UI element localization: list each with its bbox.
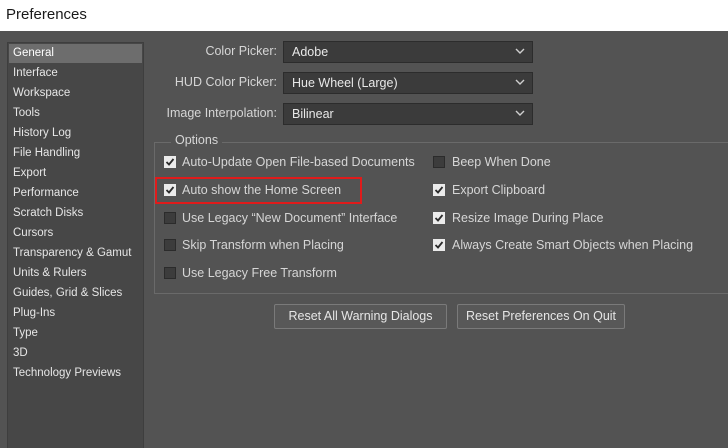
auto-update-label: Auto-Update Open File-based Documents <box>182 155 415 169</box>
sidebar-item-type[interactable]: Type <box>9 324 142 343</box>
legacy-new-document-label: Use Legacy “New Document” Interface <box>182 211 398 225</box>
image-interpolation-label: Image Interpolation: <box>166 106 278 120</box>
export-clipboard-label: Export Clipboard <box>452 183 546 197</box>
color-picker-label: Color Picker: <box>205 44 277 58</box>
chevron-down-icon <box>515 48 525 54</box>
check-icon <box>165 158 175 166</box>
sidebar: General Interface Workspace Tools Histor… <box>7 42 144 448</box>
beep-when-done-label: Beep When Done <box>452 155 551 169</box>
hud-color-picker-value: Hue Wheel (Large) <box>292 76 398 90</box>
sidebar-item-performance[interactable]: Performance <box>9 184 142 203</box>
title-bar: Preferences <box>0 0 728 31</box>
sidebar-item-workspace[interactable]: Workspace <box>9 84 142 103</box>
sidebar-item-plug-ins[interactable]: Plug-Ins <box>9 304 142 323</box>
resize-image-label: Resize Image During Place <box>452 211 604 225</box>
sidebar-item-file-handling[interactable]: File Handling <box>9 144 142 163</box>
sidebar-item-units-rulers[interactable]: Units & Rulers <box>9 264 142 283</box>
reset-warning-dialogs-button[interactable]: Reset All Warning Dialogs <box>274 304 447 329</box>
check-icon <box>434 186 444 194</box>
sidebar-item-transparency-gamut[interactable]: Transparency & Gamut <box>9 244 142 263</box>
skip-transform-label: Skip Transform when Placing <box>182 238 344 252</box>
sidebar-item-interface[interactable]: Interface <box>9 64 142 83</box>
sidebar-item-cursors[interactable]: Cursors <box>9 224 142 243</box>
legacy-free-transform-label: Use Legacy Free Transform <box>182 266 337 280</box>
export-clipboard-checkbox[interactable] <box>433 184 445 196</box>
reset-preferences-button[interactable]: Reset Preferences On Quit <box>457 304 625 329</box>
sidebar-item-guides-grid-slices[interactable]: Guides, Grid & Slices <box>9 284 142 303</box>
check-icon <box>434 241 444 249</box>
legacy-free-transform-checkbox[interactable] <box>164 267 176 279</box>
hud-color-picker-select[interactable]: Hue Wheel (Large) <box>283 72 533 94</box>
sidebar-item-3d[interactable]: 3D <box>9 344 142 363</box>
sidebar-item-history-log[interactable]: History Log <box>9 124 142 143</box>
highlight-box <box>155 177 362 204</box>
chevron-down-icon <box>515 79 525 85</box>
check-icon <box>434 214 444 222</box>
auto-update-checkbox[interactable] <box>164 156 176 168</box>
beep-when-done-checkbox[interactable] <box>433 156 445 168</box>
smart-objects-label: Always Create Smart Objects when Placing <box>452 238 694 252</box>
sidebar-item-general[interactable]: General <box>9 44 142 63</box>
hud-color-picker-label: HUD Color Picker: <box>174 75 277 89</box>
image-interpolation-select[interactable]: Bilinear <box>283 103 533 125</box>
chevron-down-icon <box>515 110 525 116</box>
color-picker-select[interactable]: Adobe <box>283 41 533 63</box>
window-title: Preferences <box>6 6 87 23</box>
options-title: Options <box>171 133 223 147</box>
sidebar-item-export[interactable]: Export <box>9 164 142 183</box>
sidebar-item-technology-previews[interactable]: Technology Previews <box>9 364 142 383</box>
sidebar-item-tools[interactable]: Tools <box>9 104 142 123</box>
resize-image-checkbox[interactable] <box>433 212 445 224</box>
preferences-window: General Interface Workspace Tools Histor… <box>0 31 728 448</box>
image-interpolation-value: Bilinear <box>292 107 334 121</box>
legacy-new-document-checkbox[interactable] <box>164 212 176 224</box>
sidebar-item-scratch-disks[interactable]: Scratch Disks <box>9 204 142 223</box>
smart-objects-checkbox[interactable] <box>433 239 445 251</box>
skip-transform-checkbox[interactable] <box>164 239 176 251</box>
color-picker-value: Adobe <box>292 45 329 59</box>
